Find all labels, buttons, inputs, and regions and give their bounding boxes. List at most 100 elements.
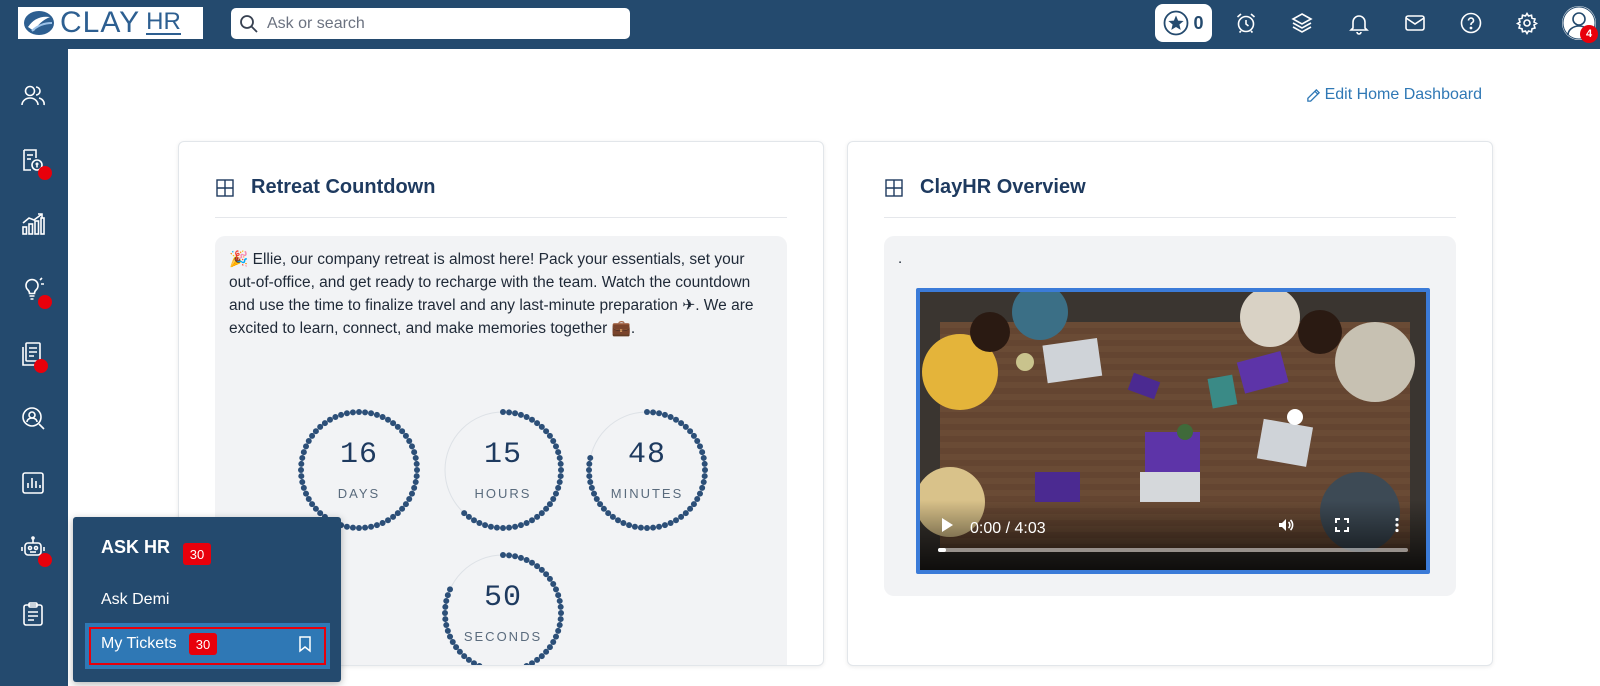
fullscreen-icon[interactable] (1333, 516, 1351, 534)
countdown-dot (644, 525, 650, 531)
search-input[interactable] (267, 14, 607, 33)
countdown-dot (349, 409, 356, 416)
countdown-dot (390, 513, 397, 520)
countdown-dot (543, 648, 550, 655)
countdown-dot (650, 409, 657, 416)
video-progress-bar[interactable] (938, 548, 1408, 552)
user-search-icon[interactable] (20, 405, 48, 433)
play-icon[interactable] (938, 516, 956, 534)
overview-text: . (898, 250, 903, 267)
countdown-dot (327, 416, 333, 423)
countdown-dot (682, 423, 689, 430)
countdown-dot (538, 423, 545, 430)
search-icon (240, 14, 258, 33)
countdown-dot (546, 644, 553, 651)
countdown-dot (362, 409, 369, 416)
top-bar: CLAY HR 0 4 (0, 0, 1600, 49)
alarm-clock-icon[interactable] (1233, 10, 1259, 36)
countdown-dot (667, 519, 674, 526)
countdown-dot (506, 524, 513, 531)
payroll-alert-dot (38, 166, 52, 180)
countdown-dot (661, 411, 668, 418)
countdown-dot (321, 420, 328, 427)
help-icon[interactable] (1458, 10, 1484, 36)
countdown-hours: 15 HOURS (441, 408, 565, 532)
countdown-dot (700, 479, 707, 486)
gear-icon[interactable] (1514, 10, 1540, 36)
layers-icon[interactable] (1289, 10, 1315, 36)
countdown-dot (461, 510, 468, 517)
countdown-dot (443, 622, 450, 629)
countdown-dot (379, 519, 386, 526)
countdown-dot (471, 660, 477, 665)
countdown-dot (317, 423, 324, 430)
widget-grid-icon[interactable] (884, 178, 904, 198)
countdown-dot (597, 501, 604, 508)
ask-demi-item[interactable]: Ask Demi (101, 591, 169, 609)
countdown-dot (538, 653, 545, 660)
clipboard-icon[interactable] (20, 601, 48, 629)
countdown-dot (534, 563, 541, 570)
search-box[interactable] (231, 8, 630, 39)
mail-icon[interactable] (1402, 10, 1428, 36)
countdown-dot (687, 428, 694, 435)
countdown-dot (453, 644, 460, 651)
countdown-dot (556, 479, 563, 486)
my-tickets-item[interactable]: My Tickets 30 (85, 623, 330, 669)
my-tickets-label: My Tickets (101, 635, 177, 652)
people-icon[interactable] (20, 82, 48, 110)
edit-home-dashboard-link[interactable]: Edit Home Dashboard (1306, 86, 1482, 104)
countdown-dot (678, 420, 685, 427)
countdown-dot (379, 414, 386, 421)
countdown-dot (500, 552, 506, 558)
ask-hr-menu: ASK HR 30 Ask Demi My Tickets 30 (73, 517, 341, 682)
overview-card-header: ClayHR Overview (884, 172, 1456, 218)
countdown-hours-value: 15 (483, 438, 522, 472)
bookmark-icon[interactable] (297, 635, 313, 653)
countdown-dot (471, 517, 477, 524)
video-progress-fill (938, 548, 946, 552)
countdown-dot (529, 660, 535, 665)
countdown-dot (385, 517, 391, 524)
countdown-seconds-value: 50 (483, 581, 522, 615)
countdown-dot (385, 416, 391, 423)
countdown-dot (394, 510, 401, 517)
countdown-dot (605, 510, 612, 517)
countdown-dot (317, 510, 324, 517)
widget-grid-icon[interactable] (215, 178, 235, 198)
volume-icon[interactable] (1277, 516, 1295, 534)
countdown-dot (529, 559, 535, 566)
countdown-dot (650, 524, 657, 531)
documents-alert-dot (34, 359, 48, 373)
countdown-dot (701, 473, 708, 480)
logo-mark-icon (24, 11, 54, 35)
countdown-dot (523, 519, 530, 526)
countdown-dot (587, 479, 594, 486)
countdown-dot (512, 410, 519, 417)
overview-video-player[interactable]: 0:00 / 4:03 (916, 288, 1430, 574)
countdown-dot (678, 513, 685, 520)
retreat-countdown-title: Retreat Countdown (251, 176, 436, 198)
countdown-dot (538, 510, 545, 517)
logo-text: CLAY (60, 6, 141, 39)
report-icon[interactable] (20, 470, 48, 498)
countdown-days-label: DAYS (337, 486, 381, 501)
more-options-icon[interactable] (1388, 516, 1406, 534)
growth-chart-icon[interactable] (20, 211, 48, 239)
countdown-dot (500, 525, 506, 531)
countdown-dot (465, 513, 472, 520)
bell-icon[interactable] (1346, 10, 1372, 36)
countdown-dot (687, 505, 694, 512)
countdown-dot (298, 473, 305, 480)
countdown-dot (368, 523, 375, 530)
countdown-dot (343, 410, 350, 417)
countdown-dot (523, 557, 530, 564)
countdown-seconds: 50 SECONDS (441, 551, 565, 666)
countdown-dot (390, 420, 397, 427)
countdown-dot (338, 411, 345, 418)
clayhr-logo[interactable]: CLAY HR (18, 7, 203, 39)
countdown-dot (529, 517, 535, 524)
countdown-dot (586, 473, 593, 480)
stars-button[interactable]: 0 (1155, 4, 1212, 42)
countdown-dot (482, 665, 488, 666)
